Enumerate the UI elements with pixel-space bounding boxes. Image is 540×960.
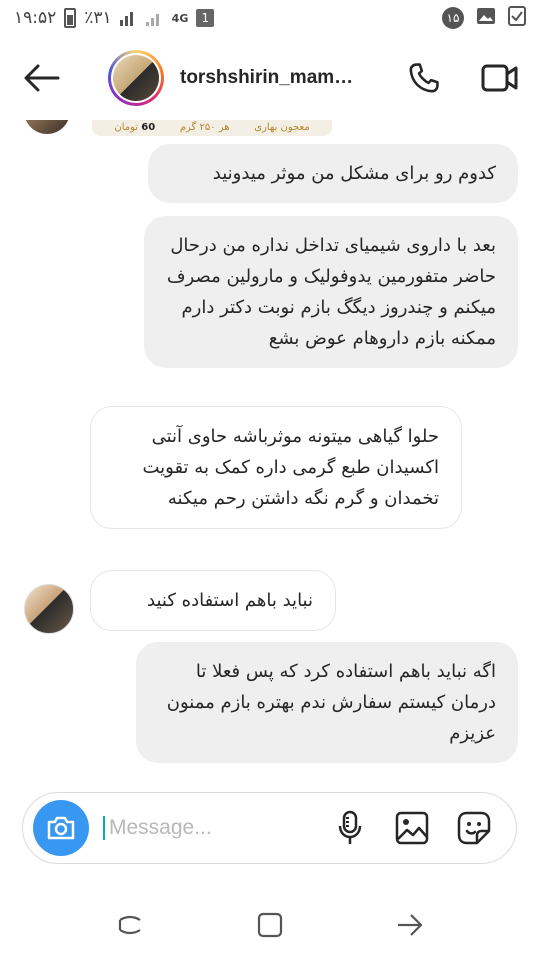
message-text: بعد با داروی شیمیای تداخل نداره من درحال… <box>166 235 496 349</box>
message-input[interactable] <box>103 816 303 840</box>
chat-username[interactable]: torshshirin_mam… <box>180 67 370 89</box>
gallery-button[interactable] <box>392 808 432 848</box>
battery-percent: ٪۳۱ <box>84 8 112 28</box>
gallery-notification-icon <box>476 7 496 30</box>
system-nav-bar <box>0 890 540 960</box>
sender-avatar[interactable] <box>24 584 74 634</box>
composer-actions <box>330 808 506 848</box>
header-actions <box>404 58 520 98</box>
message-text: نباید باهم استفاده کنید <box>147 590 313 611</box>
message-bubble-received[interactable]: نباید باهم استفاده کنید <box>90 570 336 631</box>
home-square-icon <box>257 912 283 938</box>
microphone-icon <box>338 810 362 844</box>
home-button[interactable] <box>246 901 294 949</box>
status-left: ۱۹:۵۲ ٪۳۱ 4G 1 <box>14 8 215 28</box>
back-button[interactable] <box>20 56 64 100</box>
shared-post-currency: تومان <box>114 121 139 133</box>
profile-avatar[interactable] <box>108 50 164 106</box>
status-right: ۱۵ <box>442 5 526 31</box>
shared-post-avatar <box>24 120 70 134</box>
sticker-icon <box>457 811 491 845</box>
phone-icon <box>409 63 439 93</box>
video-call-button[interactable] <box>480 58 520 98</box>
status-time: ۱۹:۵۲ <box>14 8 57 28</box>
message-composer <box>22 792 517 864</box>
status-bar: ۱۹:۵۲ ٪۳۱ 4G 1 ۱۵ <box>0 0 540 36</box>
message-bubble-received[interactable]: حلوا گیاهی میتونه موثرباشه حاوی آنتی اکس… <box>90 406 462 529</box>
signal-icon-2 <box>145 10 164 26</box>
message-text: حلوا گیاهی میتونه موثرباشه حاوی آنتی اکس… <box>142 426 439 509</box>
shared-post-price: 60 تومان <box>114 122 155 133</box>
message-bubble-sent[interactable]: کدوم رو برای مشکل من موثر میدونید <box>148 144 518 203</box>
voice-call-button[interactable] <box>404 58 444 98</box>
checkbox-notification-icon <box>508 5 526 31</box>
camera-icon <box>47 816 75 840</box>
message-bubble-sent[interactable]: بعد با داروی شیمیای تداخل نداره من درحال… <box>144 216 518 368</box>
voice-message-button[interactable] <box>330 808 370 848</box>
message-text: کدوم رو برای مشکل من موثر میدونید <box>212 163 496 184</box>
chat-header: torshshirin_mam… <box>0 36 540 120</box>
avatar-image <box>113 55 159 101</box>
shared-post-product: معجون بهاری <box>254 121 310 133</box>
recent-apps-button[interactable] <box>106 901 154 949</box>
recent-apps-icon <box>118 915 141 935</box>
shared-post-weight: هر ۲۵۰ گرم <box>179 121 230 133</box>
signal-icon <box>119 10 138 26</box>
message-text: اگه نباید باهم استفاده کرد که پس فعلا تا… <box>166 661 496 744</box>
notification-badge: ۱۵ <box>442 7 464 29</box>
back-nav-button[interactable] <box>386 901 434 949</box>
message-thread[interactable]: معجون بهاری هر ۲۵۰ گرم 60 تومان کدوم رو … <box>0 120 540 782</box>
shared-post-price-value: 60 <box>141 121 156 133</box>
battery-icon <box>64 8 77 28</box>
sim-icon: 1 <box>196 9 215 27</box>
video-camera-icon <box>481 64 518 92</box>
back-arrow-icon <box>24 64 60 92</box>
shared-post-card: معجون بهاری هر ۲۵۰ گرم 60 تومان <box>92 120 332 136</box>
message-bubble-sent[interactable]: اگه نباید باهم استفاده کرد که پس فعلا تا… <box>136 642 518 763</box>
camera-button[interactable] <box>33 800 89 856</box>
back-nav-icon <box>398 914 423 936</box>
gallery-icon <box>395 811 429 845</box>
network-type: 4G <box>171 11 189 25</box>
sticker-button[interactable] <box>454 808 494 848</box>
shared-post-preview[interactable]: معجون بهاری هر ۲۵۰ گرم 60 تومان <box>0 120 540 138</box>
